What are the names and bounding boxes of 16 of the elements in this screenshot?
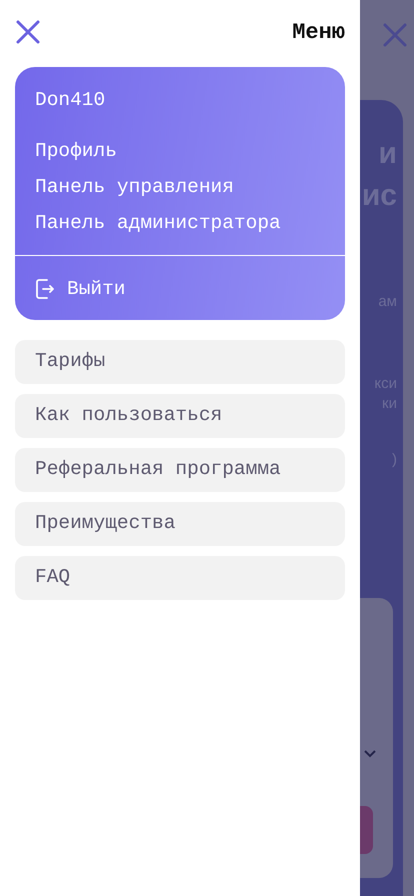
close-icon[interactable] bbox=[15, 19, 41, 45]
account-link[interactable]: Панель управления bbox=[35, 169, 234, 205]
menu-item[interactable]: Реферальная программа bbox=[15, 448, 345, 492]
menu-item[interactable]: Тарифы bbox=[15, 340, 345, 384]
menu-item[interactable]: FAQ bbox=[15, 556, 345, 600]
account-link[interactable]: Профиль bbox=[35, 133, 117, 169]
close-icon bbox=[382, 22, 408, 48]
menu-item[interactable]: Как пользоваться bbox=[15, 394, 345, 438]
menu-item[interactable]: Преимущества bbox=[15, 502, 345, 546]
chevron-icon bbox=[364, 750, 376, 758]
logout-button[interactable]: Выйти bbox=[15, 256, 146, 320]
menu-title: Меню bbox=[292, 18, 345, 46]
username: Don410 bbox=[35, 88, 106, 113]
logout-icon bbox=[35, 278, 55, 300]
account-link[interactable]: Панель администратора bbox=[35, 205, 281, 241]
text-fragment: ) bbox=[391, 450, 398, 470]
